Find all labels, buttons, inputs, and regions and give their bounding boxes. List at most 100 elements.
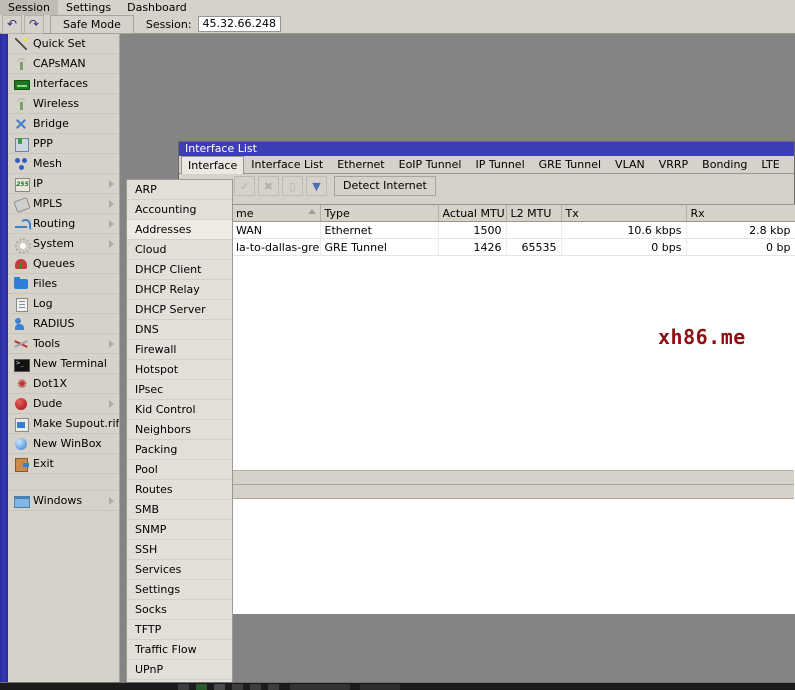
sidebar-item-log[interactable]: Log (8, 294, 119, 314)
sidebar-item-system[interactable]: System (8, 234, 119, 254)
column-header-name[interactable]: me (232, 205, 321, 222)
ip-submenu-item-dhcp-relay[interactable]: DHCP Relay (127, 280, 232, 300)
ip-submenu-item-ipsec[interactable]: IPsec (127, 380, 232, 400)
tab-ip-tunnel[interactable]: IP Tunnel (468, 155, 531, 173)
taskbar-icon[interactable] (214, 684, 225, 690)
sidebar-item-new-winbox[interactable]: New WinBox (8, 434, 119, 454)
sidebar-item-files[interactable]: Files (8, 274, 119, 294)
table-row[interactable]: la-to-dallas-gre GRE Tunnel 1426 65535 0… (232, 238, 795, 256)
chevron-right-icon (109, 180, 114, 188)
ip-submenu-item-firewall[interactable]: Firewall (127, 340, 232, 360)
sidebar-item-capsman[interactable]: CAPsMAN (8, 54, 119, 74)
ip-submenu-item-ssh[interactable]: SSH (127, 540, 232, 560)
sidebar-item-dot1x[interactable]: ✺ Dot1X (8, 374, 119, 394)
sidebar-item-tools[interactable]: Tools (8, 334, 119, 354)
column-header-tx[interactable]: Tx (561, 205, 687, 222)
column-header-l2-mtu[interactable]: L2 MTU (506, 205, 562, 222)
taskbar-icon[interactable] (250, 684, 261, 690)
sidebar-item-ppp[interactable]: PPP (8, 134, 119, 154)
comment-icon[interactable]: ▯ (282, 176, 303, 196)
ip-submenu-item-neighbors[interactable]: Neighbors (127, 420, 232, 440)
ip-submenu-item-routes[interactable]: Routes (127, 480, 232, 500)
taskbar-icon[interactable] (360, 684, 400, 690)
ip-submenu-item-hotspot[interactable]: Hotspot (127, 360, 232, 380)
cell-name: WAN (232, 221, 321, 239)
sidebar-item-make-supout[interactable]: Make Supout.rif (8, 414, 119, 434)
sidebar-item-dude[interactable]: Dude (8, 394, 119, 414)
ip-submenu-item-traffic-flow[interactable]: Traffic Flow (127, 640, 232, 660)
sidebar-item-label: Routing (33, 217, 76, 230)
tab-ethernet[interactable]: Ethernet (330, 155, 391, 173)
ip-submenu-item-settings[interactable]: Settings (127, 580, 232, 600)
chevron-right-icon (109, 220, 114, 228)
sidebar-item-ip[interactable]: 255 IP (8, 174, 119, 194)
interface-table[interactable]: me Type Actual MTU L2 MTU Tx Rx WAN Ethe… (232, 204, 795, 614)
menubar-item-settings[interactable]: Settings (58, 0, 119, 15)
sidebar-item-windows[interactable]: Windows (8, 491, 119, 511)
sidebar-item-interfaces[interactable]: Interfaces (8, 74, 119, 94)
table-row[interactable]: WAN Ethernet 1500 10.6 kbps 2.8 kbp (232, 221, 795, 239)
detect-internet-button[interactable]: Detect Internet (334, 176, 436, 196)
bridge-icon (12, 116, 30, 132)
session-address-field[interactable]: 45.32.66.248 (197, 16, 282, 32)
sidebar-item-label: Bridge (33, 117, 69, 130)
ip-submenu-item-snmp[interactable]: SNMP (127, 520, 232, 540)
sidebar-item-radius[interactable]: RADIUS (8, 314, 119, 334)
sidebar-item-mpls[interactable]: MPLS (8, 194, 119, 214)
taskbar-icon[interactable] (232, 684, 243, 690)
sidebar-item-wireless[interactable]: Wireless (8, 94, 119, 114)
taskbar-icon[interactable] (196, 684, 207, 690)
redo-arrow-icon[interactable]: ↷ (24, 14, 44, 34)
undo-arrow-icon[interactable]: ↶ (2, 14, 22, 34)
menubar-item-session[interactable]: Session (0, 0, 58, 15)
dude-sphere-icon (12, 396, 30, 412)
sidebar-item-routing[interactable]: Routing (8, 214, 119, 234)
safe-mode-button[interactable]: Safe Mode (50, 14, 134, 34)
x-icon[interactable]: ✖ (258, 176, 279, 196)
filter-funnel-icon[interactable]: ▼ (306, 176, 327, 196)
ip-submenu-item-dns[interactable]: DNS (127, 320, 232, 340)
tab-interface-list[interactable]: Interface List (244, 155, 330, 173)
ip-submenu-item-socks[interactable]: Socks (127, 600, 232, 620)
ip-submenu-item-tftp[interactable]: TFTP (127, 620, 232, 640)
nav-strip: RouterOS WinBox (0, 34, 8, 690)
ip-submenu-item-arp[interactable]: ARP (127, 180, 232, 200)
tab-eoip-tunnel[interactable]: EoIP Tunnel (392, 155, 469, 173)
taskbar-icon[interactable] (290, 684, 350, 690)
ip-submenu-item-packing[interactable]: Packing (127, 440, 232, 460)
sidebar-item-label: PPP (33, 137, 53, 150)
ip-submenu-item-dhcp-client[interactable]: DHCP Client (127, 260, 232, 280)
ip-submenu-item-kid-control[interactable]: Kid Control (127, 400, 232, 420)
ip-submenu-item-smb[interactable]: SMB (127, 500, 232, 520)
ip-submenu-item-dhcp-server[interactable]: DHCP Server (127, 300, 232, 320)
user-key-icon (12, 316, 30, 332)
taskbar-icon[interactable] (178, 684, 189, 690)
sidebar-item-mesh[interactable]: Mesh (8, 154, 119, 174)
ip-submenu-item-cloud[interactable]: Cloud (127, 240, 232, 260)
tab-bonding[interactable]: Bonding (695, 155, 754, 173)
tab-vrrp[interactable]: VRRP (652, 155, 695, 173)
taskbar-icon[interactable] (268, 684, 279, 690)
tab-lte[interactable]: LTE (754, 155, 786, 173)
sidebar-item-bridge[interactable]: Bridge (8, 114, 119, 134)
sidebar-item-new-terminal[interactable]: New Terminal (8, 354, 119, 374)
tab-gre-tunnel[interactable]: GRE Tunnel (532, 155, 608, 173)
check-icon[interactable]: ✓ (234, 176, 255, 196)
ip-submenu-item-addresses[interactable]: Addresses (127, 220, 232, 240)
ip-submenu-item-pool[interactable]: Pool (127, 460, 232, 480)
sidebar-item-quick-set[interactable]: Quick Set (8, 34, 119, 54)
tab-vlan[interactable]: VLAN (608, 155, 652, 173)
ip-submenu-item-accounting[interactable]: Accounting (127, 200, 232, 220)
column-header-rx[interactable]: Rx (686, 205, 795, 222)
cell-tx: 0 bps (561, 238, 687, 256)
ip-submenu-item-upnp[interactable]: UPnP (127, 660, 232, 680)
column-header-actual-mtu[interactable]: Actual MTU (438, 205, 507, 222)
column-header-type[interactable]: Type (320, 205, 439, 222)
menubar-item-dashboard[interactable]: Dashboard (119, 0, 195, 15)
sidebar-item-label: Exit (33, 457, 54, 470)
ip-submenu-item-services[interactable]: Services (127, 560, 232, 580)
sidebar-item-queues[interactable]: Queues (8, 254, 119, 274)
sidebar-item-exit[interactable]: Exit (8, 454, 119, 474)
sidebar-menu: Quick Set CAPsMAN Interfaces Wireless Br… (8, 34, 120, 690)
tab-interface[interactable]: Interface (181, 156, 245, 174)
